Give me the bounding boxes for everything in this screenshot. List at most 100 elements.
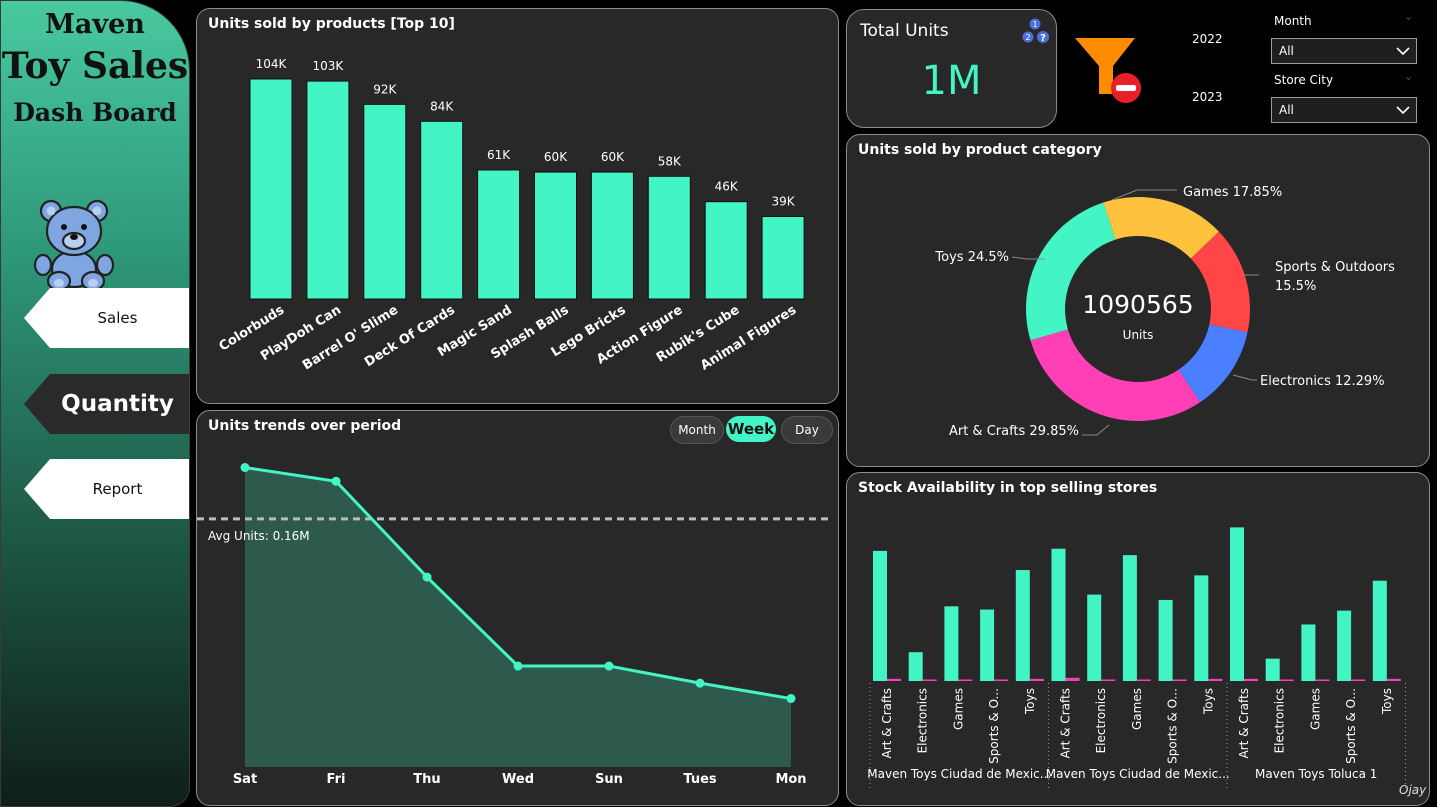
chevron-down-icon[interactable]: ⌄ bbox=[1404, 70, 1413, 83]
nav-report-button[interactable]: Report bbox=[24, 459, 189, 519]
stock-bar-in-stock[interactable] bbox=[908, 652, 923, 681]
donut-label: Art & Crafts 29.85% bbox=[949, 424, 1079, 439]
trend-x-label: Sun bbox=[595, 772, 623, 787]
category-panel: Units sold by product category Games 17.… bbox=[846, 134, 1430, 467]
stock-bar-out-of-stock[interactable] bbox=[1315, 679, 1330, 682]
store-group-label: Maven Toys Ciudad de Mexic... bbox=[867, 767, 1051, 781]
stock-bar-out-of-stock[interactable] bbox=[1101, 679, 1116, 682]
sidebar: Maven Toy Sales Dash Board Sales Quantit… bbox=[0, 0, 190, 807]
stock-bar-in-stock[interactable] bbox=[1051, 548, 1066, 681]
product-bar[interactable] bbox=[477, 169, 521, 300]
stock-bar-in-stock[interactable] bbox=[1194, 575, 1209, 681]
city-filter-label: Store City bbox=[1274, 73, 1334, 87]
stock-bar-out-of-stock[interactable] bbox=[1136, 679, 1151, 682]
trend-point[interactable] bbox=[604, 661, 614, 671]
store-group-label: Maven Toys Toluca 1 bbox=[1255, 767, 1377, 781]
stock-bar-out-of-stock[interactable] bbox=[1244, 678, 1258, 681]
product-bar[interactable] bbox=[704, 201, 748, 300]
donut-slice[interactable] bbox=[1026, 202, 1116, 341]
teddy-bear-icon bbox=[33, 199, 115, 292]
trend-x-label: Thu bbox=[413, 772, 440, 787]
trend-point[interactable] bbox=[695, 678, 705, 688]
month-filter-value: All bbox=[1279, 44, 1294, 58]
stock-category-label: Electronics bbox=[1094, 688, 1108, 753]
product-bar[interactable] bbox=[306, 80, 350, 300]
stock-bar-in-stock[interactable] bbox=[1337, 610, 1352, 681]
product-bar[interactable] bbox=[420, 120, 464, 300]
stock-bar-out-of-stock[interactable] bbox=[922, 679, 937, 682]
stock-panel: Stock Availability in top selling stores… bbox=[846, 472, 1430, 806]
help-icon[interactable]: 1 2 ? bbox=[1022, 16, 1052, 46]
trend-x-label: Wed bbox=[502, 772, 534, 787]
product-bar-label: 104K bbox=[256, 57, 288, 71]
brand-line-2: Toy Sales bbox=[1, 45, 189, 87]
donut-center-value: 1090565 bbox=[1082, 290, 1193, 319]
chevron-down-icon bbox=[1396, 106, 1410, 115]
stock-category-label: Toys bbox=[1201, 688, 1215, 715]
product-bar[interactable] bbox=[534, 171, 577, 300]
product-bar[interactable] bbox=[761, 216, 805, 300]
stock-bar-in-stock[interactable] bbox=[1087, 594, 1102, 681]
donut-leader-line bbox=[1232, 374, 1257, 381]
total-units-card: Total Units 1M 1 2 ? bbox=[846, 9, 1057, 128]
year-2023-option[interactable]: 2023 bbox=[1192, 90, 1223, 104]
stock-bar-out-of-stock[interactable] bbox=[1351, 679, 1366, 682]
stock-bar-out-of-stock[interactable] bbox=[1172, 679, 1187, 682]
product-bar[interactable] bbox=[647, 175, 691, 300]
stock-bar-out-of-stock[interactable] bbox=[1386, 678, 1401, 681]
clear-filter-icon[interactable] bbox=[1073, 36, 1145, 104]
stock-bar-in-stock[interactable] bbox=[1230, 527, 1244, 681]
stock-bar-in-stock[interactable] bbox=[1122, 555, 1137, 681]
trend-point[interactable] bbox=[422, 572, 432, 582]
stock-bar-in-stock[interactable] bbox=[980, 609, 995, 681]
stock-bar-in-stock[interactable] bbox=[873, 550, 887, 681]
product-bar-label: 92K bbox=[373, 82, 397, 96]
chevron-down-icon[interactable]: ⌄ bbox=[1404, 10, 1413, 23]
stock-bar-out-of-stock[interactable] bbox=[1279, 679, 1294, 682]
brand-line-3: Dash Board bbox=[13, 98, 177, 127]
nav-quantity-button[interactable]: Quantity bbox=[24, 374, 189, 434]
city-filter-dropdown[interactable]: All bbox=[1271, 97, 1417, 123]
stock-category-label: Sports & O... bbox=[1166, 688, 1180, 764]
trend-point[interactable] bbox=[513, 661, 523, 671]
donut-slice[interactable] bbox=[1030, 329, 1201, 422]
stock-category-label: Art & Crafts bbox=[880, 688, 894, 758]
trend-point[interactable] bbox=[786, 694, 796, 704]
donut-label: Sports & Outdoors bbox=[1275, 260, 1395, 275]
brand-line-1: Maven bbox=[45, 9, 145, 40]
top-products-panel: Units sold by products [Top 10] 104K Colo… bbox=[196, 8, 839, 404]
trend-x-label: Mon bbox=[775, 772, 806, 787]
trend-x-label: Fri bbox=[327, 772, 346, 787]
product-bar[interactable] bbox=[363, 103, 407, 300]
year-2022-option[interactable]: 2022 bbox=[1192, 32, 1223, 46]
stock-category-label: Toys bbox=[1023, 688, 1037, 715]
stock-bar-in-stock[interactable] bbox=[1015, 570, 1030, 681]
stock-bar-in-stock[interactable] bbox=[1158, 599, 1173, 681]
stock-availability-chart: Art & Crafts Electronics Games Sports & O..… bbox=[867, 527, 1406, 791]
stock-bar-out-of-stock[interactable] bbox=[887, 678, 901, 681]
month-filter-dropdown[interactable]: All bbox=[1271, 38, 1417, 64]
product-bar-label: 60K bbox=[601, 150, 625, 164]
stock-bar-in-stock[interactable] bbox=[944, 606, 959, 681]
signature: Ojay bbox=[1399, 783, 1427, 797]
nav-sales-button[interactable]: Sales bbox=[24, 288, 189, 348]
stock-bar-out-of-stock[interactable] bbox=[994, 679, 1009, 682]
stock-bar-out-of-stock[interactable] bbox=[1029, 678, 1044, 681]
trend-area bbox=[245, 467, 791, 767]
stock-bar-out-of-stock[interactable] bbox=[958, 679, 973, 682]
trend-point[interactable] bbox=[331, 476, 341, 486]
stock-bar-in-stock[interactable] bbox=[1301, 624, 1316, 681]
month-filter-label: Month bbox=[1274, 14, 1312, 28]
product-bar[interactable] bbox=[249, 78, 293, 300]
product-bar-label: 46K bbox=[715, 180, 739, 194]
stock-bar-out-of-stock[interactable] bbox=[1208, 678, 1223, 681]
stock-category-label: Sports & O... bbox=[987, 688, 1001, 764]
stock-bar-out-of-stock[interactable] bbox=[1065, 677, 1080, 681]
trend-point[interactable] bbox=[240, 463, 250, 473]
stock-bar-in-stock[interactable] bbox=[1372, 580, 1387, 681]
donut-label: Toys 24.5% bbox=[934, 250, 1009, 265]
stock-category-label: Games bbox=[1308, 688, 1322, 730]
product-bar[interactable] bbox=[590, 171, 634, 300]
stock-bar-in-stock[interactable] bbox=[1265, 658, 1280, 681]
total-units-label: Total Units bbox=[860, 21, 949, 41]
